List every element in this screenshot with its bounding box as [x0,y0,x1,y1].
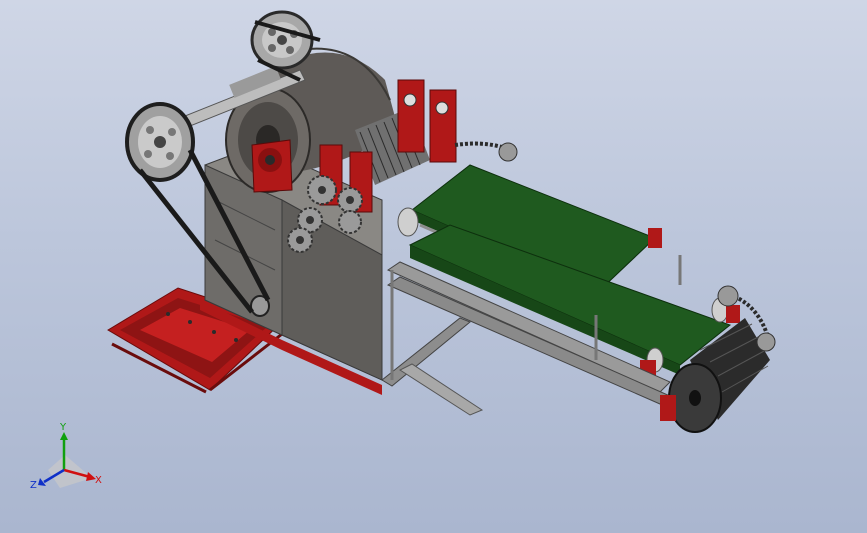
orientation-triad[interactable]: Y X Z [30,422,102,491]
x-axis-label: X [95,475,102,486]
z-axis-label: Z [30,480,37,491]
bearing-block-left [251,139,293,193]
cad-model-viewport[interactable]: Y X Z [0,0,867,533]
y-axis-arrow [60,432,68,440]
y-axis-label: Y [59,422,67,433]
left-pulley [125,102,195,182]
